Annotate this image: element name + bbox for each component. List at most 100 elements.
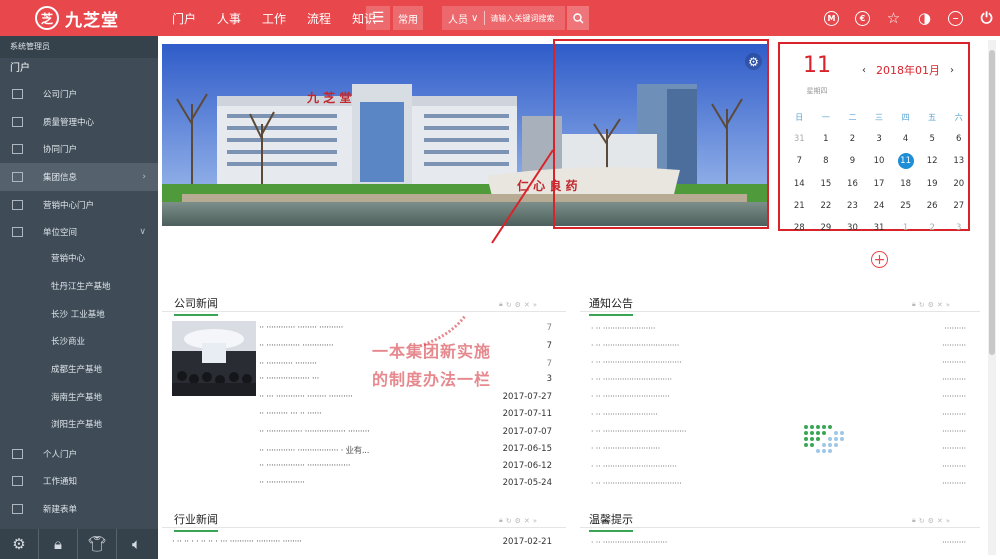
list-item[interactable]: ·· ········· ··· ·· ······ 2017-07-11	[259, 409, 552, 419]
calendar-date[interactable]: 3	[945, 223, 972, 233]
refresh-icon[interactable]: ↻	[919, 517, 925, 525]
calendar-date[interactable]: 23	[839, 201, 866, 211]
calendar-date[interactable]: 8	[813, 156, 840, 166]
annotation-line	[491, 149, 554, 244]
lock-icon[interactable]: 🔒︎	[912, 300, 916, 309]
calendar-date[interactable]: 20	[945, 179, 972, 189]
list-item[interactable]: ·· ············ ················· · 业有..…	[259, 444, 552, 456]
list-item-date: ··········	[942, 462, 966, 471]
list-item[interactable]: · ·· ···································…	[591, 341, 966, 350]
company-news-title[interactable]: 公司新闻	[174, 295, 218, 316]
list-item[interactable]: · ·· ···································…	[591, 479, 966, 488]
list-item[interactable]: · ·· ······················· ··········	[591, 410, 966, 419]
calendar-date[interactable]: 24	[866, 201, 893, 211]
lock-icon[interactable]: 🔒︎	[499, 300, 503, 309]
calendar-date[interactable]: 15	[813, 179, 840, 189]
list-item[interactable]: ·· ············ ········ ·········· 7	[259, 323, 552, 333]
list-item-date: ··········	[942, 427, 966, 436]
calendar-date[interactable]: 27	[945, 201, 972, 211]
calendar-weekday-label: 三	[875, 112, 884, 122]
settings-icon[interactable]: ⚙	[515, 517, 521, 525]
more-icon[interactable]: »	[533, 517, 537, 525]
calendar-date[interactable]: 2	[919, 223, 946, 233]
calendar-date[interactable]: 4	[892, 134, 919, 144]
chevron-left-icon[interactable]: ‹	[862, 65, 866, 76]
scrollbar-thumb[interactable]	[989, 50, 995, 355]
calendar-date[interactable]: 3	[866, 134, 893, 144]
calendar-date[interactable]: 7	[786, 156, 813, 166]
list-item[interactable]: · ·· ···································…	[591, 358, 966, 367]
list-item[interactable]: · ·· ······················ ·········	[591, 324, 966, 333]
list-item[interactable]: · ·· ···································…	[591, 538, 966, 547]
calendar-date[interactable]: 25	[892, 201, 919, 211]
settings-icon[interactable]: ⚙	[928, 517, 934, 525]
lock-icon[interactable]: 🔒︎	[499, 516, 503, 525]
notice-title[interactable]: 通知公告	[589, 295, 633, 316]
calendar-date[interactable]: 13	[945, 156, 972, 166]
refresh-icon[interactable]: ↻	[506, 301, 512, 309]
news-thumbnail[interactable]	[172, 321, 256, 396]
calendar-date[interactable]: 6	[945, 134, 972, 144]
list-item[interactable]: · ·· ························ ··········	[591, 444, 966, 453]
list-item[interactable]: · ·· ···································…	[591, 375, 966, 384]
list-item[interactable]: · ·· ···································…	[591, 427, 966, 436]
calendar-weekday-label: 六	[954, 112, 963, 122]
close-icon[interactable]: ✕	[937, 301, 943, 309]
calendar-weekday-row: 日 一 二 三 四 五 六	[786, 106, 972, 128]
calendar-date[interactable]: 16	[839, 179, 866, 189]
list-item[interactable]: · ·· ·· · · ·· ·· · ··· ·········· ·····…	[172, 537, 552, 547]
calendar-date[interactable]: 28	[786, 223, 813, 233]
calendar-date[interactable]: 21	[786, 201, 813, 211]
calendar-date[interactable]: 14	[786, 179, 813, 189]
list-item-date: 7	[546, 323, 552, 333]
calendar-date[interactable]: 19	[919, 179, 946, 189]
calendar-date[interactable]: 31	[866, 223, 893, 233]
calendar-date[interactable]: 26	[919, 201, 946, 211]
list-item[interactable]: · ·· ······························· ····…	[591, 462, 966, 471]
calendar-date[interactable]: 1	[892, 223, 919, 233]
close-icon[interactable]: ✕	[524, 517, 530, 525]
calendar-date-today[interactable]: 11	[892, 153, 919, 170]
refresh-icon[interactable]: ↻	[506, 517, 512, 525]
warm-tips-title[interactable]: 温馨提示	[589, 511, 633, 532]
calendar-date[interactable]: 30	[839, 223, 866, 233]
list-item[interactable]: ·· ··· ············ ········ ·········· 2…	[259, 392, 552, 402]
more-icon[interactable]: »	[946, 301, 950, 309]
calendar-weekday-label: 二	[848, 112, 857, 122]
calendar-date[interactable]: 12	[919, 156, 946, 166]
list-item[interactable]: ·· ················ 2017-05-24	[259, 478, 552, 488]
close-icon[interactable]: ✕	[524, 301, 530, 309]
calendar-date[interactable]: 22	[813, 201, 840, 211]
calendar-date[interactable]: 17	[866, 179, 893, 189]
settings-icon[interactable]: ⚙	[515, 301, 521, 309]
calendar-date[interactable]: 31	[786, 134, 813, 144]
list-item-date: ··········	[942, 392, 966, 401]
settings-icon[interactable]: ⚙	[928, 301, 934, 309]
calendar-today-value: 11	[897, 153, 914, 170]
industry-news-title[interactable]: 行业新闻	[174, 511, 218, 532]
more-icon[interactable]: »	[533, 301, 537, 309]
list-item[interactable]: ·· ··············· ················· ···…	[259, 427, 552, 437]
list-item[interactable]: ·· ················ ·················· 20…	[259, 461, 552, 471]
list-item-title: · ·· ·······························	[591, 462, 677, 471]
list-item-title: · ·· ···································	[591, 427, 687, 436]
list-item-title: ·· ·············· ·············	[259, 341, 334, 351]
add-event-icon[interactable]: +	[871, 251, 888, 268]
calendar-date[interactable]: 5	[919, 134, 946, 144]
calendar-date[interactable]: 1	[813, 134, 840, 144]
calendar-date[interactable]: 10	[866, 156, 893, 166]
calendar-weekday-label: 日	[795, 112, 804, 122]
chevron-right-icon[interactable]: ›	[950, 65, 954, 76]
panel-tools: 🔒︎ ↻ ⚙ ✕»	[499, 516, 537, 525]
refresh-icon[interactable]: ↻	[919, 301, 925, 309]
calendar-date[interactable]: 2	[839, 134, 866, 144]
calendar-date[interactable]: 18	[892, 179, 919, 189]
list-item-title: · ·· ·······················	[591, 410, 658, 419]
calendar-date[interactable]: 29	[813, 223, 840, 233]
calendar-date[interactable]: 9	[839, 156, 866, 166]
more-icon[interactable]: »	[946, 517, 950, 525]
list-item[interactable]: · ·· ···································…	[591, 392, 966, 401]
close-icon[interactable]: ✕	[937, 517, 943, 525]
lock-icon[interactable]: 🔒︎	[912, 516, 916, 525]
scrollbar[interactable]	[988, 40, 996, 555]
